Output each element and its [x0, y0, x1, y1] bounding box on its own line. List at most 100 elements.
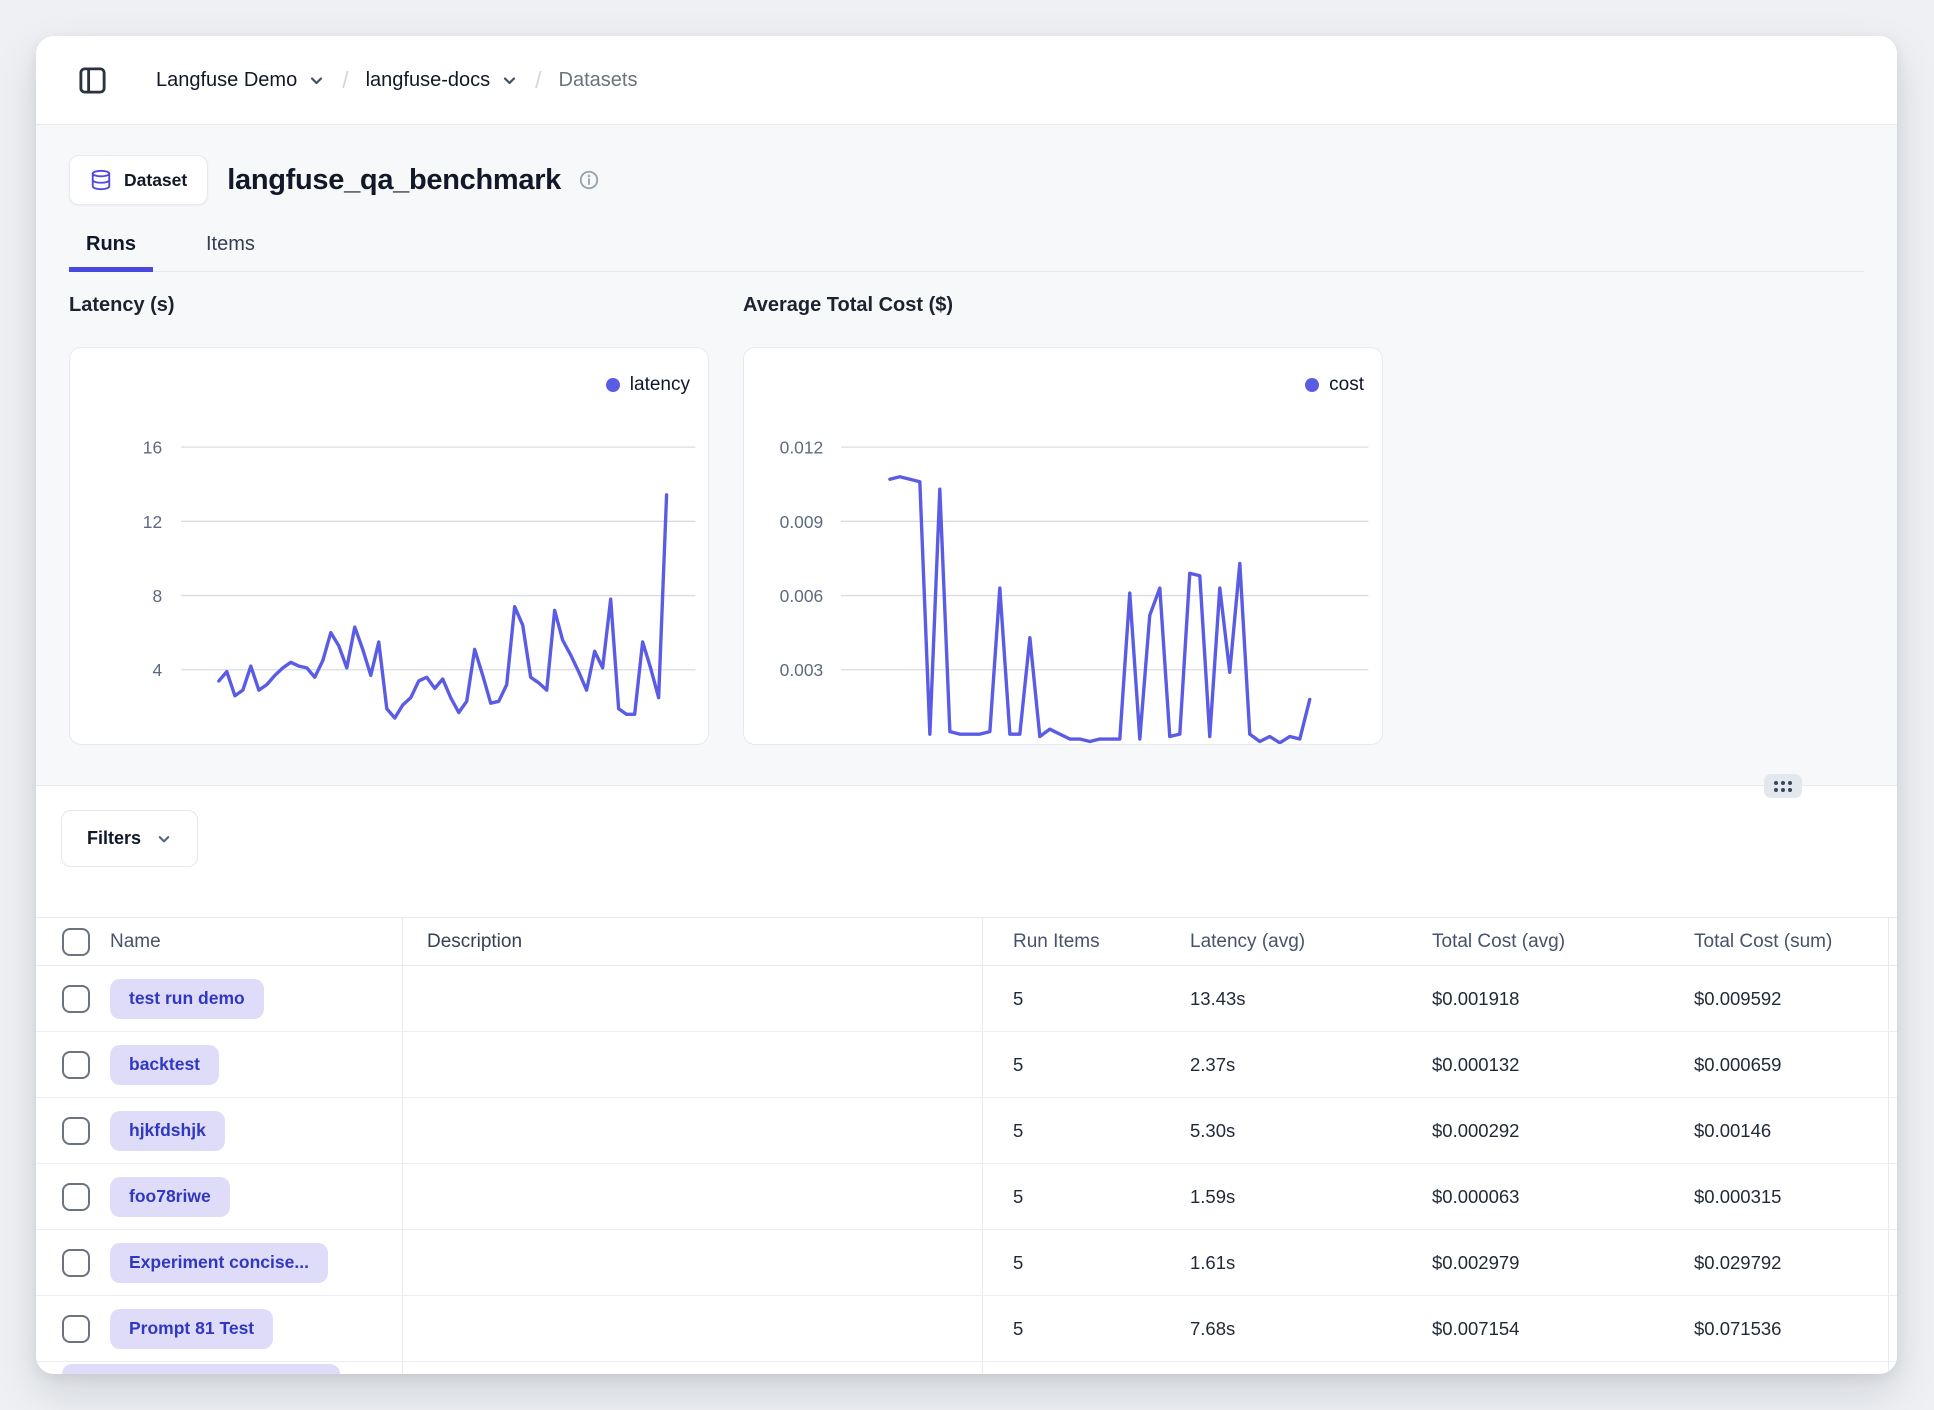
dataset-type-badge: Dataset: [69, 155, 208, 205]
latency-avg-cell: 2.37s: [1190, 1054, 1432, 1076]
table-row: Experiment concise...51.61s$0.002979$0.0…: [36, 1230, 1897, 1296]
top-bar: Langfuse Demo / langfuse-docs / Datasets: [36, 36, 1897, 125]
cost-chart-card: 0.0030.0060.0090.012 cost: [743, 347, 1383, 745]
name-cell: Prompt 81 Test: [36, 1296, 403, 1361]
table-row: hjkfdshjk55.30s$0.000292$0.00146: [36, 1098, 1897, 1164]
description-cell: [403, 966, 983, 1031]
latency-avg-cell: 13.43s: [1190, 988, 1432, 1010]
cost-legend-label: cost: [1329, 374, 1364, 396]
run-items-cell: 5: [983, 1120, 1190, 1142]
run-items-cell: 5: [983, 1318, 1190, 1340]
breadcrumb-datasets-label: Datasets: [559, 69, 638, 92]
svg-text:0.003: 0.003: [780, 660, 824, 680]
total-cost-sum-cell: $0.009592: [1694, 966, 1889, 1031]
total-cost-sum-cell: $0.00146: [1694, 1098, 1889, 1163]
svg-text:0.006: 0.006: [780, 586, 824, 606]
row-checkbox[interactable]: [62, 1249, 90, 1277]
run-items-cell: 5: [983, 988, 1190, 1010]
latency-legend-item[interactable]: latency: [606, 374, 690, 396]
table-row: test run demo 513.43s$0.001918$0.009592: [36, 966, 1897, 1032]
run-name-badge[interactable]: foo78riwe: [110, 1177, 230, 1217]
grip-dots-icon: [1774, 781, 1792, 792]
dataset-type-label: Dataset: [124, 170, 187, 191]
run-name-badge[interactable]: backtest: [110, 1045, 219, 1085]
latency-avg-cell: 1.59s: [1190, 1186, 1432, 1208]
total-cost-avg-cell: $0.001918: [1432, 988, 1694, 1010]
breadcrumb: Langfuse Demo / langfuse-docs / Datasets: [156, 67, 637, 94]
column-header-total-cost-avg: Total Cost (avg): [1432, 931, 1694, 953]
breadcrumb-org-label: Langfuse Demo: [156, 69, 297, 92]
panel-left-icon: [77, 65, 108, 96]
dataset-header-row: Dataset langfuse_qa_benchmark: [69, 125, 1864, 205]
run-name-badge[interactable]: Experiment concise...: [110, 1243, 328, 1283]
runs-table-section: Filters Name Description Run Items Laten…: [36, 786, 1897, 1374]
latency-chart-group: Latency (s) 481216 latency: [69, 294, 709, 745]
run-name-badge[interactable]: Prompt 81 Test: [110, 1309, 273, 1349]
legend-dot-icon: [606, 378, 620, 392]
sidebar-toggle-button[interactable]: [72, 60, 112, 100]
svg-text:4: 4: [152, 660, 162, 680]
run-items-cell: 5: [983, 1252, 1190, 1274]
column-header-description: Description: [403, 918, 983, 965]
svg-text:16: 16: [143, 438, 162, 458]
name-cell: backtest: [36, 1032, 403, 1097]
resize-drag-handle[interactable]: [1764, 774, 1802, 798]
cost-legend-item[interactable]: cost: [1305, 374, 1364, 396]
row-checkbox[interactable]: [62, 1051, 90, 1079]
chevron-down-icon: [501, 72, 518, 89]
svg-text:8: 8: [152, 586, 162, 606]
page-title: langfuse_qa_benchmark: [227, 164, 561, 197]
row-checkbox[interactable]: [62, 985, 90, 1013]
app-window: Langfuse Demo / langfuse-docs / Datasets…: [36, 36, 1897, 1374]
table-row: Prompt 81 Test57.68s$0.007154$0.071536: [36, 1296, 1897, 1362]
breadcrumb-separator: /: [342, 67, 348, 94]
column-header-latency-avg: Latency (avg): [1190, 931, 1432, 953]
run-name-badge[interactable]: test run demo: [110, 979, 264, 1019]
total-cost-avg-cell: $0.000063: [1432, 1186, 1694, 1208]
column-header-name: Name: [110, 931, 161, 953]
charts-section: Dataset langfuse_qa_benchmark Runs Items…: [36, 125, 1897, 785]
run-items-cell: 5: [983, 1186, 1190, 1208]
run-name-badge[interactable]: hjkfdshjk: [110, 1111, 225, 1151]
dataset-tabs: Runs Items: [69, 233, 1864, 272]
table-header-row: Name Description Run Items Latency (avg)…: [36, 918, 1897, 966]
filters-button-label: Filters: [87, 828, 141, 849]
total-cost-avg-cell: $0.000132: [1432, 1054, 1694, 1076]
row-checkbox[interactable]: [62, 1315, 90, 1343]
table-row: foo78riwe51.59s$0.000063$0.000315: [36, 1164, 1897, 1230]
column-header-run-items: Run Items: [983, 931, 1190, 953]
select-all-checkbox[interactable]: [62, 928, 90, 956]
cost-chart-title: Average Total Cost ($): [743, 294, 1383, 317]
svg-text:0.009: 0.009: [780, 512, 824, 532]
breadcrumb-org-selector[interactable]: Langfuse Demo: [156, 69, 325, 92]
breadcrumb-datasets-link[interactable]: Datasets: [559, 69, 638, 92]
table-body: test run demo513.43s$0.001918$0.009592ba…: [36, 966, 1897, 1362]
table-row: backtest52.37s$0.000132$0.000659: [36, 1032, 1897, 1098]
row-checkbox[interactable]: [62, 1117, 90, 1145]
runs-table: Name Description Run Items Latency (avg)…: [36, 917, 1897, 1374]
latency-legend-label: latency: [630, 374, 690, 396]
description-cell: [403, 1164, 983, 1229]
filters-button[interactable]: Filters: [61, 810, 198, 867]
breadcrumb-project-selector[interactable]: langfuse-docs: [366, 69, 519, 92]
latency-avg-cell: 1.61s: [1190, 1252, 1432, 1274]
row-checkbox[interactable]: [62, 1183, 90, 1211]
database-icon: [90, 169, 112, 191]
total-cost-sum-cell: $0.029792: [1694, 1230, 1889, 1295]
description-cell: [403, 1230, 983, 1295]
tab-runs[interactable]: Runs: [69, 233, 153, 271]
chevron-down-icon: [308, 72, 325, 89]
run-items-cell: 5: [983, 1054, 1190, 1076]
run-name-badge[interactable]: [62, 1364, 340, 1374]
tab-items[interactable]: Items: [189, 233, 272, 271]
cost-chart-group: Average Total Cost ($) 0.0030.0060.0090.…: [743, 294, 1383, 745]
description-cell: [403, 1296, 983, 1361]
total-cost-sum-cell: $0.071536: [1694, 1296, 1889, 1361]
dataset-info-button[interactable]: [578, 169, 600, 191]
column-header-total-cost-sum: Total Cost (sum): [1694, 918, 1889, 965]
legend-dot-icon: [1305, 378, 1319, 392]
total-cost-avg-cell: $0.007154: [1432, 1318, 1694, 1340]
latency-chart-title: Latency (s): [69, 294, 709, 317]
charts-row: Latency (s) 481216 latency Average Total…: [69, 294, 1864, 745]
description-cell: [403, 1032, 983, 1097]
